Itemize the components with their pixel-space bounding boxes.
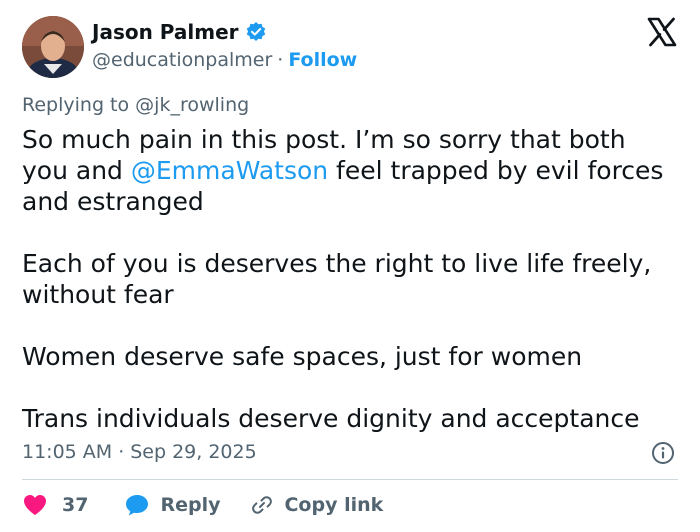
tweet-card: Jason Palmer @educationpalmer · Follow R… xyxy=(0,0,700,532)
tweet-time: 11:05 AM xyxy=(22,441,113,463)
action-bar: 37 Reply Copy link xyxy=(22,490,383,520)
verified-badge-icon xyxy=(246,22,265,41)
link-icon xyxy=(252,496,273,514)
avatar[interactable] xyxy=(22,16,84,78)
reply-label: Reply xyxy=(160,494,221,516)
replying-to: Replying to @jk_rowling xyxy=(22,94,249,116)
tweet-line: without fear xyxy=(22,280,174,309)
tweet-line: Women deserve safe spaces, just for wome… xyxy=(22,342,583,371)
reply-bubble-icon xyxy=(126,495,149,516)
tweet-text: So much pain in this post. I’m so sorry … xyxy=(22,124,692,434)
copy-link-button[interactable]: Copy link xyxy=(250,493,383,517)
like-button[interactable]: 37 xyxy=(22,493,88,517)
tweet-text-fragment: you and xyxy=(22,156,131,185)
timestamp-separator: · xyxy=(118,441,125,463)
tweet-text-fragment: feel trapped by evil forces xyxy=(328,156,664,185)
tweet-line: Trans individuals deserve dignity and ac… xyxy=(22,404,640,433)
tweet-timestamp[interactable]: 11:05 AM · Sep 29, 2025 xyxy=(22,441,257,463)
replying-target-link[interactable]: @jk_rowling xyxy=(135,94,249,116)
x-logo-icon[interactable] xyxy=(646,16,678,48)
like-count: 37 xyxy=(62,494,89,516)
author-name-row: Jason Palmer xyxy=(92,20,267,44)
author-name[interactable]: Jason Palmer xyxy=(92,20,239,44)
tweet-line: Each of you is deserves the right to liv… xyxy=(22,249,652,278)
info-icon[interactable] xyxy=(651,441,675,465)
heart-icon xyxy=(24,495,46,515)
replying-prefix: Replying to xyxy=(22,94,130,116)
author-handle-row: @educationpalmer · Follow xyxy=(92,49,357,71)
tweet-line: So much pain in this post. I’m so sorry … xyxy=(22,125,626,154)
mention-link[interactable]: @EmmaWatson xyxy=(131,156,328,185)
tweet-line: and estranged xyxy=(22,187,204,216)
author-handle[interactable]: @educationpalmer xyxy=(92,49,272,71)
handle-separator: · xyxy=(277,49,284,71)
tweet-line: you and @EmmaWatson feel trapped by evil… xyxy=(22,155,692,186)
divider xyxy=(22,479,678,480)
follow-button[interactable]: Follow xyxy=(288,49,357,71)
tweet-date: Sep 29, 2025 xyxy=(130,441,257,463)
copy-link-label: Copy link xyxy=(284,494,384,516)
reply-button[interactable]: Reply xyxy=(124,493,220,517)
